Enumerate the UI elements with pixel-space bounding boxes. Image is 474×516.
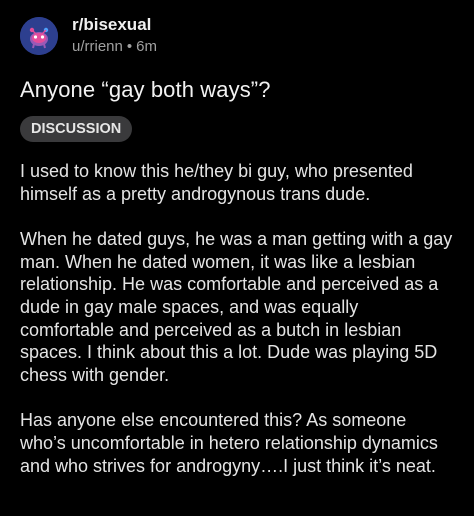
post-paragraph: When he dated guys, he was a man getting… bbox=[20, 229, 453, 385]
post-header: r/bisexual u/rrienn • 6m bbox=[20, 12, 454, 60]
subreddit-name[interactable]: r/bisexual bbox=[72, 15, 157, 35]
post-title: Anyone “gay both ways”? bbox=[20, 77, 271, 102]
subreddit-avatar-icon[interactable] bbox=[20, 17, 58, 55]
post-card: r/bisexual u/rrienn • 6m Anyone “gay both … bbox=[0, 0, 474, 516]
post-byline: u/rrienn • 6m bbox=[72, 37, 157, 57]
post-paragraph: Has anyone else encountered this? As som… bbox=[20, 410, 438, 476]
author-name[interactable]: u/rrienn bbox=[72, 38, 123, 55]
post-body: I used to know this he/they bi guy, who … bbox=[20, 160, 454, 477]
post-age: 6m bbox=[136, 38, 157, 55]
post-paragraph: I used to know this he/they bi guy, who … bbox=[20, 161, 413, 204]
post-flair-badge[interactable]: DISCUSSION bbox=[20, 116, 133, 142]
byline-separator: • bbox=[126, 38, 133, 55]
post-meta: r/bisexual u/rrienn • 6m bbox=[72, 15, 157, 57]
